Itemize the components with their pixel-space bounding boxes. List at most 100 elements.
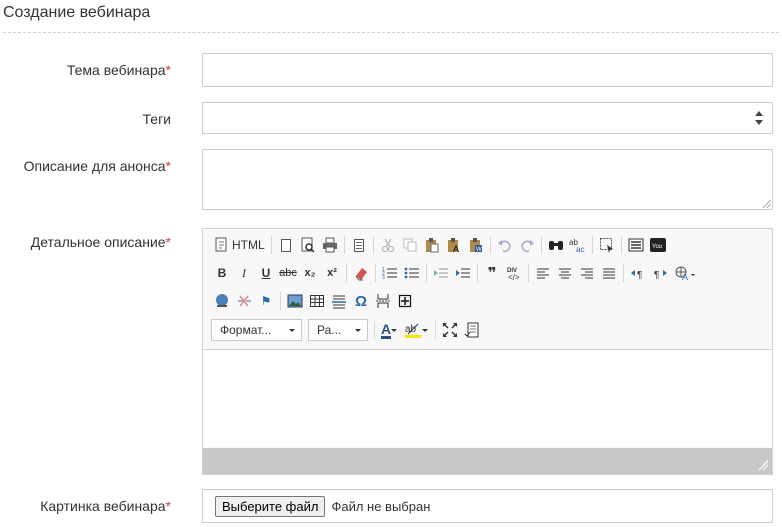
toolbar-separator bbox=[489, 236, 491, 254]
link-button[interactable] bbox=[211, 290, 233, 312]
toolbar-separator bbox=[435, 321, 437, 339]
font-size-combo[interactable]: Ра... bbox=[308, 319, 368, 341]
editor-toolbar-row-4: Формат... Ра... A ab bbox=[211, 319, 483, 341]
toolbar-separator bbox=[374, 321, 375, 339]
special-char-button[interactable]: Ω bbox=[350, 290, 372, 312]
subscript-button[interactable]: x₂ bbox=[299, 262, 321, 284]
page-break-button[interactable] bbox=[372, 290, 394, 312]
resize-grip-icon[interactable] bbox=[758, 460, 768, 470]
youtube-button[interactable]: You bbox=[647, 234, 669, 256]
align-center-icon bbox=[559, 268, 571, 279]
create-div-button[interactable]: DIV </> bbox=[503, 262, 525, 284]
preview-button[interactable] bbox=[297, 234, 319, 256]
numbered-list-button[interactable]: 123 bbox=[379, 262, 401, 284]
editor-content-area[interactable] bbox=[203, 349, 772, 447]
select-all-button[interactable] bbox=[596, 234, 618, 256]
title-separator bbox=[3, 32, 779, 33]
svg-text:3: 3 bbox=[382, 275, 385, 281]
align-right-icon bbox=[581, 268, 593, 279]
copy-button[interactable] bbox=[399, 234, 421, 256]
bold-button[interactable]: B bbox=[211, 262, 233, 284]
svg-text:A: A bbox=[682, 272, 688, 281]
toolbar-separator bbox=[477, 264, 478, 282]
outdent-button[interactable] bbox=[430, 262, 452, 284]
text-direction-ltr-icon: ¶ bbox=[631, 270, 642, 281]
paste-text-button[interactable]: A bbox=[443, 234, 465, 256]
topic-input[interactable] bbox=[202, 53, 773, 87]
redo-button[interactable] bbox=[516, 234, 538, 256]
blockquote-button[interactable]: ❞ bbox=[481, 262, 503, 284]
undo-button[interactable] bbox=[494, 234, 516, 256]
language-button[interactable]: A bbox=[671, 262, 699, 284]
paste-button[interactable] bbox=[421, 234, 443, 256]
redo-icon bbox=[521, 240, 534, 253]
chevron-down-icon bbox=[355, 329, 361, 332]
editor-toolbar-row-3: ⚑ Ω bbox=[211, 290, 416, 312]
remove-format-button[interactable] bbox=[350, 262, 372, 284]
language-icon: A bbox=[675, 266, 695, 281]
superscript-button[interactable]: x² bbox=[321, 262, 343, 284]
toolbar-separator bbox=[426, 264, 427, 282]
italic-button[interactable]: I bbox=[233, 262, 255, 284]
toolbar-separator bbox=[623, 264, 624, 282]
tags-select[interactable] bbox=[202, 102, 773, 134]
align-center-button[interactable] bbox=[554, 262, 576, 284]
paste-icon bbox=[425, 238, 439, 253]
image-button[interactable] bbox=[284, 290, 306, 312]
strike-button[interactable]: abc bbox=[277, 262, 299, 284]
source-button[interactable]: HTML bbox=[211, 234, 268, 256]
text-direction-rtl-icon: ¶ bbox=[654, 270, 667, 281]
ltr-button[interactable]: ¶ bbox=[627, 262, 649, 284]
announce-textarea[interactable] bbox=[202, 149, 773, 210]
image-icon bbox=[287, 294, 303, 308]
image-file-input: Выберите файл Файл не выбран bbox=[202, 489, 773, 523]
choose-file-button[interactable]: Выберите файл bbox=[215, 495, 326, 517]
resize-grip-icon[interactable] bbox=[763, 200, 771, 208]
new-page-button[interactable] bbox=[275, 234, 297, 256]
replace-button[interactable]: ab ac bbox=[567, 234, 589, 256]
bulleted-list-button[interactable] bbox=[401, 262, 423, 284]
anchor-button[interactable]: ⚑ bbox=[255, 290, 277, 312]
svg-text:¶: ¶ bbox=[637, 270, 642, 281]
background-color-button[interactable]: ab bbox=[401, 319, 432, 341]
maximize-button[interactable] bbox=[439, 319, 461, 341]
templates-button[interactable] bbox=[348, 234, 370, 256]
unlink-button[interactable] bbox=[233, 290, 255, 312]
topic-label-text: Тема вебинара bbox=[66, 62, 166, 78]
format-combo[interactable]: Формат... bbox=[211, 319, 302, 341]
font-size-combo-value: Ра... bbox=[317, 323, 342, 337]
horizontal-rule-button[interactable] bbox=[328, 290, 350, 312]
show-blocks-button[interactable] bbox=[625, 234, 647, 256]
show-blocks-icon bbox=[628, 238, 644, 252]
scissors-icon bbox=[381, 238, 394, 252]
justify-button[interactable] bbox=[598, 262, 620, 284]
editor-toolbar-row-2: B I U abc x₂ x² 123 ❞ DIV </> ¶ ¶ A bbox=[211, 262, 699, 284]
source-icon bbox=[215, 237, 227, 252]
paste-word-button[interactable]: W bbox=[465, 234, 487, 256]
plus-box-icon bbox=[398, 294, 412, 308]
text-color-button[interactable]: A bbox=[378, 319, 401, 341]
find-button[interactable] bbox=[545, 234, 567, 256]
svg-text:</>: </> bbox=[508, 273, 520, 281]
cut-button[interactable] bbox=[377, 234, 399, 256]
eraser-icon bbox=[355, 268, 367, 281]
table-button[interactable] bbox=[306, 290, 328, 312]
templates-icon bbox=[353, 238, 364, 252]
page-title: Создание вебинара bbox=[3, 4, 151, 21]
align-left-button[interactable] bbox=[532, 262, 554, 284]
align-left-icon bbox=[537, 268, 549, 279]
underline-button[interactable]: U bbox=[255, 262, 277, 284]
horizontal-rule-icon bbox=[332, 295, 346, 309]
indent-icon bbox=[456, 268, 470, 278]
indent-button[interactable] bbox=[452, 262, 474, 284]
spellcheck-button[interactable] bbox=[461, 319, 483, 341]
print-button[interactable] bbox=[319, 234, 341, 256]
align-right-button[interactable] bbox=[576, 262, 598, 284]
binoculars-icon bbox=[548, 241, 563, 250]
source-button-label: HTML bbox=[232, 238, 265, 252]
tags-label-text: Теги bbox=[142, 111, 171, 127]
rtl-button[interactable]: ¶ bbox=[649, 262, 671, 284]
insert-widget-button[interactable] bbox=[394, 290, 416, 312]
announce-label-text: Описание для анонса bbox=[23, 158, 166, 174]
svg-text:¶: ¶ bbox=[654, 270, 659, 281]
